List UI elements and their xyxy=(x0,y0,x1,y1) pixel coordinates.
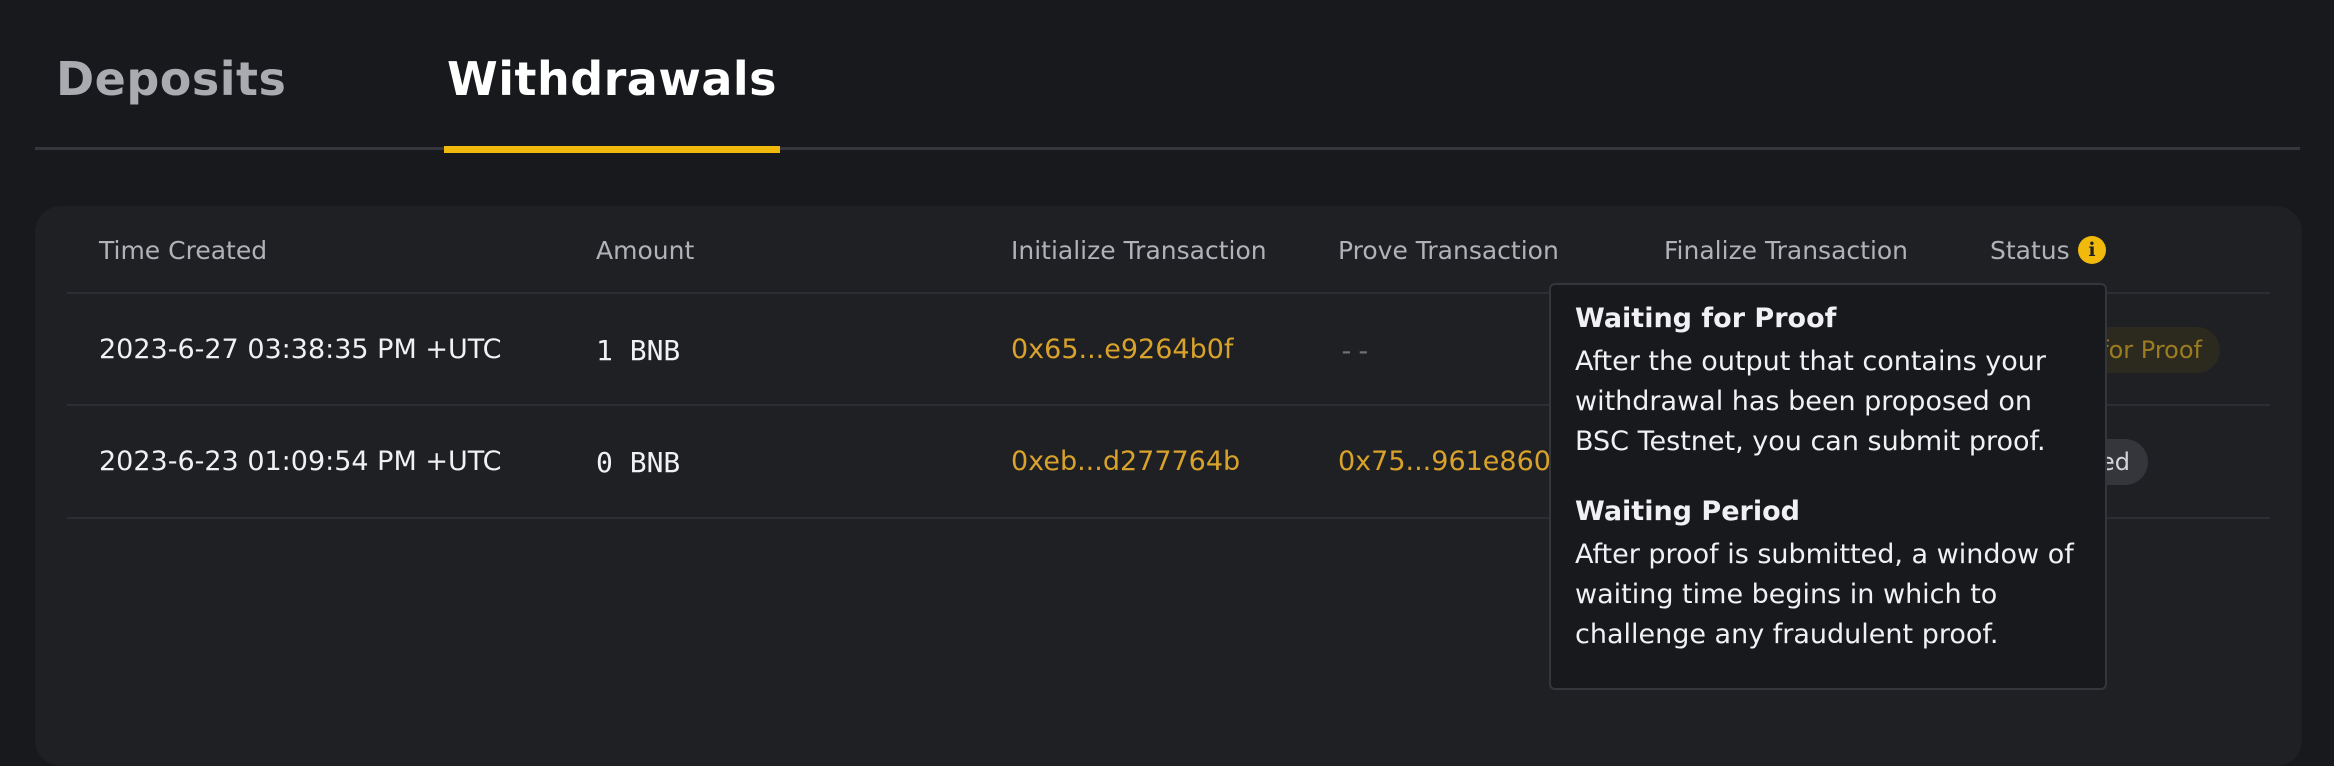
header-status: Status xyxy=(1990,236,2070,265)
header-prove-transaction: Prove Transaction xyxy=(1338,236,1559,265)
tab-withdrawals-label: Withdrawals xyxy=(446,52,778,106)
tooltip-line: waiting time begins in which to xyxy=(1575,579,1998,610)
tooltip-line: challenge any fraudulent proof. xyxy=(1575,619,1999,650)
row2-time: 2023-6-23 01:09:54 PM +UTC xyxy=(99,446,502,477)
tab-bar: Deposits Withdrawals xyxy=(35,0,2300,153)
tooltip-body-waiting-for-proof: After the output that contains your with… xyxy=(1575,342,2081,462)
header-finalize-transaction: Finalize Transaction xyxy=(1664,236,1909,265)
header-time-created: Time Created xyxy=(99,236,268,265)
row1-prove-tx: -- xyxy=(1338,334,1372,367)
row2-amount: 0 BNB xyxy=(596,446,681,479)
tooltip-title-waiting-period: Waiting Period xyxy=(1575,496,1800,527)
info-circle-icon[interactable]: i xyxy=(2078,236,2106,264)
tooltip-line: withdrawal has been proposed on xyxy=(1575,386,2032,417)
row2-prove-tx-link[interactable]: 0x75...961e8602 xyxy=(1338,446,1568,477)
row1-init-tx-link[interactable]: 0x65...e9264b0f xyxy=(1011,334,1233,365)
tooltip-line: BSC Testnet, you can submit proof. xyxy=(1575,426,2046,457)
tab-deposits[interactable]: Deposits xyxy=(56,48,286,150)
tooltip-line: After the output that contains your xyxy=(1575,346,2046,377)
row1-time: 2023-6-27 03:38:35 PM +UTC xyxy=(99,334,502,365)
tooltip-line: After proof is submitted, a window of xyxy=(1575,539,2074,570)
row2-init-tx-link[interactable]: 0xeb...d277764b xyxy=(1011,446,1240,477)
header-amount: Amount xyxy=(596,236,695,265)
header-initialize-transaction: Initialize Transaction xyxy=(1011,236,1267,265)
tooltip-body-waiting-period: After proof is submitted, a window of wa… xyxy=(1575,535,2081,655)
active-tab-indicator xyxy=(444,146,780,153)
row1-amount: 1 BNB xyxy=(596,334,681,367)
tooltip-title-waiting-for-proof: Waiting for Proof xyxy=(1575,303,1837,334)
status-info-tooltip: Waiting for Proof After the output that … xyxy=(1549,283,2107,690)
tab-deposits-label: Deposits xyxy=(56,52,287,106)
tab-withdrawals[interactable]: Withdrawals xyxy=(444,48,780,153)
